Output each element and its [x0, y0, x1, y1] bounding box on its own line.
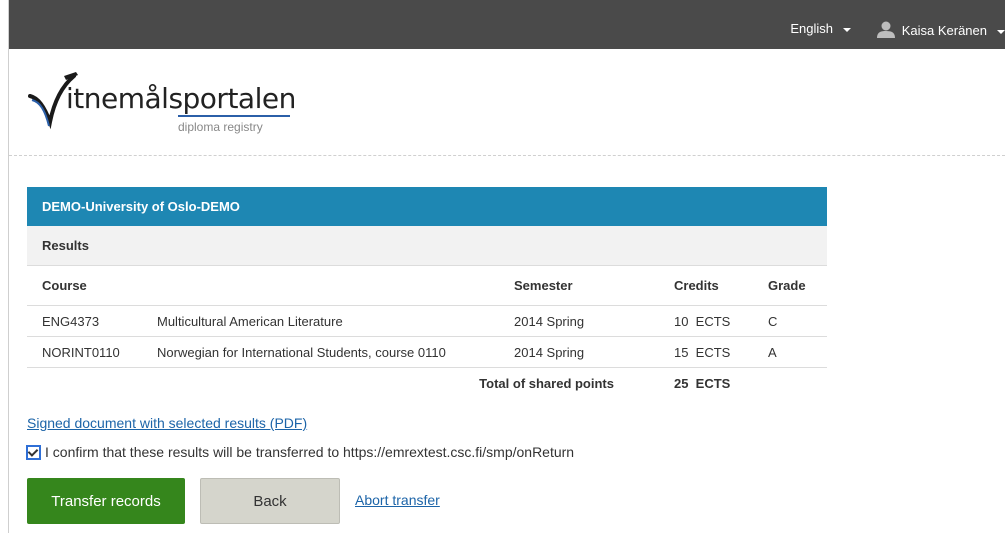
caret-down-icon — [997, 29, 1005, 34]
abort-transfer-link[interactable]: Abort transfer — [355, 492, 440, 508]
course-name: Norwegian for International Students, co… — [157, 336, 514, 368]
logo-underline — [178, 115, 290, 117]
confirm-label: I confirm that these results will be tra… — [45, 444, 575, 460]
back-button[interactable]: Back — [200, 478, 340, 524]
institution-header: DEMO-University of Oslo-DEMO — [27, 187, 827, 226]
site-logo[interactable]: itnemålsportalen diploma registry — [28, 72, 298, 142]
course-grade: A — [768, 336, 827, 368]
column-header-grade: Grade — [768, 266, 827, 306]
course-grade: C — [768, 305, 827, 337]
column-header-credits: Credits — [674, 266, 768, 306]
transfer-records-button[interactable]: Transfer records — [27, 478, 185, 524]
course-name: Multicultural American Literature — [157, 305, 514, 337]
total-label: Total of shared points — [479, 375, 614, 391]
signed-pdf-link[interactable]: Signed document with selected results (P… — [27, 415, 307, 431]
page-left-border — [8, 0, 9, 533]
column-header-name — [157, 266, 514, 306]
column-header-course: Course — [27, 266, 157, 306]
total-empty — [768, 368, 827, 399]
confirm-row: I confirm that these results will be tra… — [26, 444, 574, 460]
course-credits: 15 ECTS — [674, 336, 768, 368]
results-section-title: Results — [27, 226, 827, 266]
results-panel: DEMO-University of Oslo-DEMO Results Cou… — [27, 187, 827, 398]
user-icon — [876, 21, 895, 38]
course-semester: 2014 Spring — [514, 305, 674, 337]
language-label: English — [790, 21, 833, 36]
table-header-row: Course Semester Credits Grade — [27, 266, 827, 306]
top-navbar: English Kaisa Keränen — [9, 0, 1005, 49]
caret-down-icon — [843, 27, 851, 32]
column-header-semester: Semester — [514, 266, 674, 306]
table-row: NORINT0110 Norwegian for International S… — [27, 336, 827, 368]
header-divider — [9, 155, 1005, 156]
logo-wordmark: itnemålsportalen — [66, 82, 296, 115]
language-dropdown[interactable]: English — [790, 21, 851, 36]
course-credits: 10 ECTS — [674, 305, 768, 337]
logo-subtitle: diploma registry — [178, 120, 263, 134]
table-row: ENG4373 Multicultural American Literatur… — [27, 305, 827, 337]
course-code: ENG4373 — [27, 305, 157, 337]
total-row: Total of shared points 25 ECTS — [27, 368, 827, 399]
user-menu[interactable]: Kaisa Keränen — [876, 21, 1005, 38]
course-semester: 2014 Spring — [514, 336, 674, 368]
course-code: NORINT0110 — [27, 336, 157, 368]
total-value: 25 ECTS — [674, 375, 731, 391]
user-name: Kaisa Keränen — [901, 23, 987, 38]
results-table: Course Semester Credits Grade ENG4373 Mu… — [27, 266, 827, 398]
confirm-checkbox[interactable] — [26, 445, 41, 460]
